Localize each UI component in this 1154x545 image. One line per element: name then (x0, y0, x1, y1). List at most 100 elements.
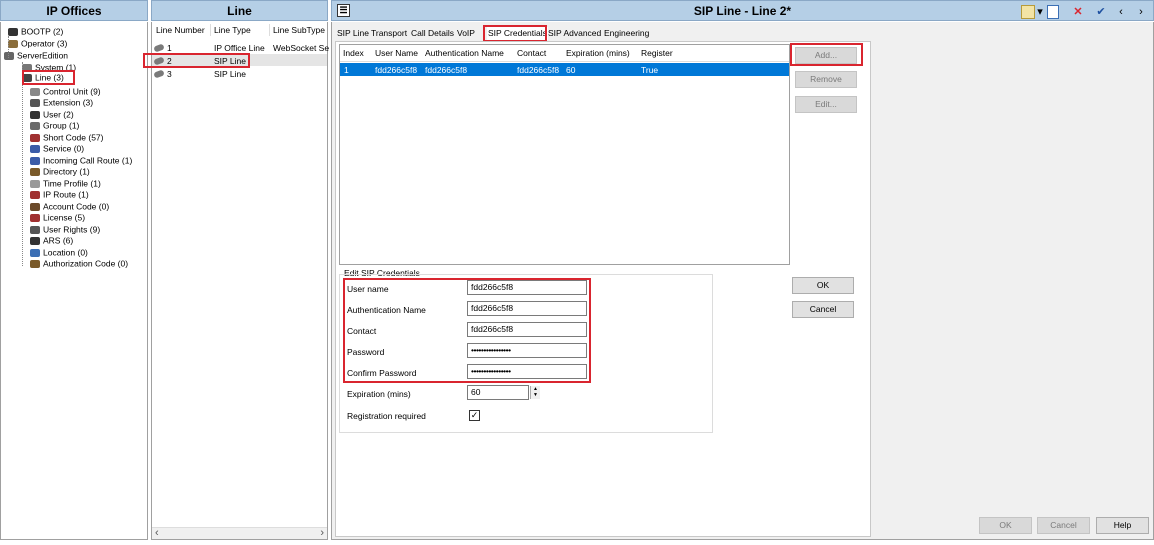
user-name-field[interactable]: fdd266c5f8 (467, 280, 587, 295)
tree-item-incoming-call-route[interactable]: Incoming Call Route (1) (30, 155, 132, 166)
tree-item-directory[interactable]: Directory (1) (30, 166, 90, 177)
col-divider (210, 24, 211, 36)
location-icon (30, 248, 40, 257)
editor-title: SIP Line - Line 2* (693, 4, 792, 18)
tree-item-control-unit[interactable]: Control Unit (9) (30, 86, 101, 97)
scroll-right-arrow[interactable]: › (320, 527, 324, 539)
tree-item-authorization-code[interactable]: Authorization Code (0) (30, 258, 128, 269)
grid-cell-register: True (641, 65, 659, 75)
line-list-panel (151, 22, 328, 540)
line-icon (153, 43, 165, 53)
control-unit-icon (30, 87, 40, 96)
col-line-type[interactable]: Line Type (214, 25, 251, 35)
tab-sip-line[interactable]: SIP Line (336, 27, 370, 40)
registration-required-label: Registration required (347, 411, 426, 421)
tab-engineering[interactable]: Engineering (603, 27, 650, 40)
horizontal-scrollbar[interactable]: ‹ › (152, 527, 327, 539)
edit-button[interactable]: Edit... (795, 96, 857, 113)
tab-voip[interactable]: VoIP (456, 27, 476, 40)
password-field[interactable]: •••••••••••••••• (467, 343, 587, 358)
line-row[interactable]: 1 IP Office Line WebSocket Se (153, 42, 330, 54)
expiration-spinner[interactable]: 60 (467, 385, 529, 400)
tab-sip-advanced[interactable]: SIP Advanced (547, 27, 602, 40)
export-icon[interactable] (1047, 5, 1059, 19)
registration-required-checkbox[interactable]: ✓ (469, 410, 480, 421)
line-subtype-cell: WebSocket Se (273, 43, 330, 53)
authorization-code-icon (30, 259, 40, 268)
ars-icon (30, 236, 40, 245)
line-icon (153, 56, 165, 66)
service-icon (30, 144, 40, 153)
tree-item-user[interactable]: User (2) (30, 109, 74, 120)
tree-item-label: License (5) (43, 212, 86, 223)
scroll-left-arrow[interactable]: ‹ (155, 527, 159, 539)
tree-item-label: Operator (3) (21, 38, 68, 49)
ok-button[interactable]: OK (792, 277, 854, 294)
line-number-cell: 3 (167, 69, 172, 79)
confirm-password-field[interactable]: •••••••••••••••• (467, 364, 587, 379)
grid-cell-user-name: fdd266c5f8 (375, 65, 418, 75)
tree-item-server-edition[interactable]: ServerEdition (4, 50, 68, 61)
apply-icon[interactable]: ✔ (1094, 5, 1108, 19)
tab-transport[interactable]: Transport (370, 27, 408, 40)
footer-help-button[interactable]: Help (1096, 517, 1149, 534)
tree-item-service[interactable]: Service (0) (30, 143, 84, 154)
tree-item-bootp[interactable]: BOOTP (2) (8, 26, 63, 37)
tree-item-label: Control Unit (9) (43, 86, 101, 97)
tree-item-label: Extension (3) (43, 97, 94, 108)
next-icon[interactable]: › (1135, 5, 1147, 19)
footer-cancel-button[interactable]: Cancel (1037, 517, 1090, 534)
tree-item-ip-route[interactable]: IP Route (1) (30, 189, 89, 200)
editor-app-icon: ☰ (337, 4, 350, 17)
tree-item-time-profile[interactable]: Time Profile (1) (30, 178, 101, 189)
tree-item-account-code[interactable]: Account Code (0) (30, 201, 109, 212)
footer-ok-button[interactable]: OK (979, 517, 1032, 534)
tree-item-short-code[interactable]: Short Code (57) (30, 132, 103, 143)
tree-item-label: Authorization Code (0) (43, 258, 129, 269)
new-dropdown-icon[interactable] (1021, 5, 1035, 19)
close-icon[interactable]: ✕ (1071, 5, 1085, 19)
ip-route-icon (30, 190, 40, 199)
new-dropdown-arrow[interactable]: ▾ (1036, 5, 1044, 19)
grid-col-index[interactable]: Index (343, 48, 364, 58)
col-line-number[interactable]: Line Number (156, 25, 205, 35)
ip-offices-title: IP Offices (46, 4, 102, 18)
line-row[interactable]: 2 SIP Line (153, 55, 326, 67)
grid-col-register[interactable]: Register (641, 48, 673, 58)
account-code-icon (30, 202, 40, 211)
grid-col-expiration[interactable]: Expiration (mins) (566, 48, 630, 58)
tree-item-label: Location (0) (43, 247, 88, 258)
grid-col-auth-name[interactable]: Authentication Name (425, 48, 504, 58)
tree-item-operator[interactable]: Operator (3) (8, 38, 67, 49)
contact-field[interactable]: fdd266c5f8 (467, 322, 587, 337)
tree-item-extension[interactable]: Extension (3) (30, 97, 93, 108)
grid-col-contact[interactable]: Contact (517, 48, 546, 58)
tab-sip-credentials[interactable]: SIP Credentials (487, 27, 548, 40)
tab-call-details[interactable]: Call Details (410, 27, 455, 40)
spinner-down-icon[interactable]: ▼ (531, 392, 540, 398)
user-name-label: User name (347, 284, 389, 294)
tree-item-label: ServerEdition (17, 50, 69, 61)
tree-item-line[interactable]: Line (3) (22, 72, 64, 83)
grid-cell-index: 1 (344, 65, 349, 75)
tree-item-user-rights[interactable]: User Rights (9) (30, 224, 100, 235)
tree-item-ars[interactable]: ARS (6) (30, 235, 73, 246)
tree-item-label: System (1) (35, 62, 77, 73)
license-icon (30, 213, 40, 222)
auth-name-field[interactable]: fdd266c5f8 (467, 301, 587, 316)
tree-item-license[interactable]: License (5) (30, 212, 85, 223)
cancel-button[interactable]: Cancel (792, 301, 854, 318)
spinner-buttons[interactable]: ▲ ▼ (530, 386, 540, 399)
previous-icon[interactable]: ‹ (1115, 5, 1127, 19)
line-row[interactable]: 3 SIP Line (153, 68, 326, 80)
tree-item-group[interactable]: Group (1) (30, 120, 79, 131)
add-button[interactable]: Add... (795, 47, 857, 64)
tree-item-location[interactable]: Location (0) (30, 247, 88, 258)
col-line-subtype[interactable]: Line SubType (273, 25, 325, 35)
line-icon (153, 69, 165, 79)
remove-button[interactable]: Remove (795, 71, 857, 88)
grid-col-user-name[interactable]: User Name (375, 48, 418, 58)
group-icon (30, 121, 40, 130)
tree-item-label: IP Route (1) (43, 189, 89, 200)
line-icon (22, 73, 32, 82)
